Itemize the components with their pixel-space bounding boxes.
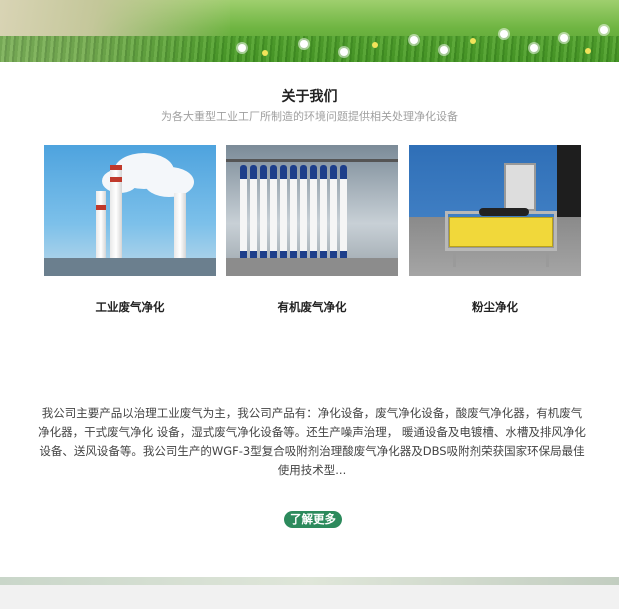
section-subtitle: 为各大重型工业工厂所制造的环境问题提供相关处理净化设备	[161, 110, 458, 123]
product-card-organic[interactable]: 有机废气净化	[226, 145, 398, 315]
flower-icon	[300, 40, 308, 48]
grass-banner-image	[0, 0, 619, 62]
flower-icon	[262, 50, 268, 56]
flower-icon	[440, 46, 448, 54]
learn-more-button[interactable]: 了解更多	[284, 511, 342, 528]
flower-icon	[600, 26, 608, 34]
flower-icon	[500, 30, 508, 38]
footer-banner-strip	[0, 577, 619, 585]
product-list: 工业废气净化 有机废气净化 粉尘净化	[44, 145, 581, 320]
footer-area	[0, 585, 619, 609]
flower-icon	[238, 44, 246, 52]
industrial-chimneys-image[interactable]	[44, 145, 216, 276]
flower-icon	[560, 34, 568, 42]
product-card-dust[interactable]: 粉尘净化	[409, 145, 581, 315]
company-description: 我公司主要产品以治理工业废气为主，我公司产品有：净化设备，废气净化设备，酸废气净…	[38, 406, 586, 477]
flower-icon	[340, 48, 348, 56]
product-label[interactable]: 工业废气净化	[44, 299, 216, 315]
flower-icon	[410, 36, 418, 44]
flower-icon	[585, 48, 591, 54]
dust-collector-image[interactable]	[409, 145, 581, 276]
flower-icon	[530, 44, 538, 52]
section-title: 关于我们	[281, 89, 338, 105]
flower-icon	[372, 42, 378, 48]
flower-icon	[470, 38, 476, 44]
product-label[interactable]: 粉尘净化	[409, 299, 581, 315]
product-card-industrial[interactable]: 工业废气净化	[44, 145, 216, 315]
banner-grass	[0, 36, 619, 62]
product-label[interactable]: 有机废气净化	[226, 299, 398, 315]
membrane-filtration-image[interactable]	[226, 145, 398, 276]
